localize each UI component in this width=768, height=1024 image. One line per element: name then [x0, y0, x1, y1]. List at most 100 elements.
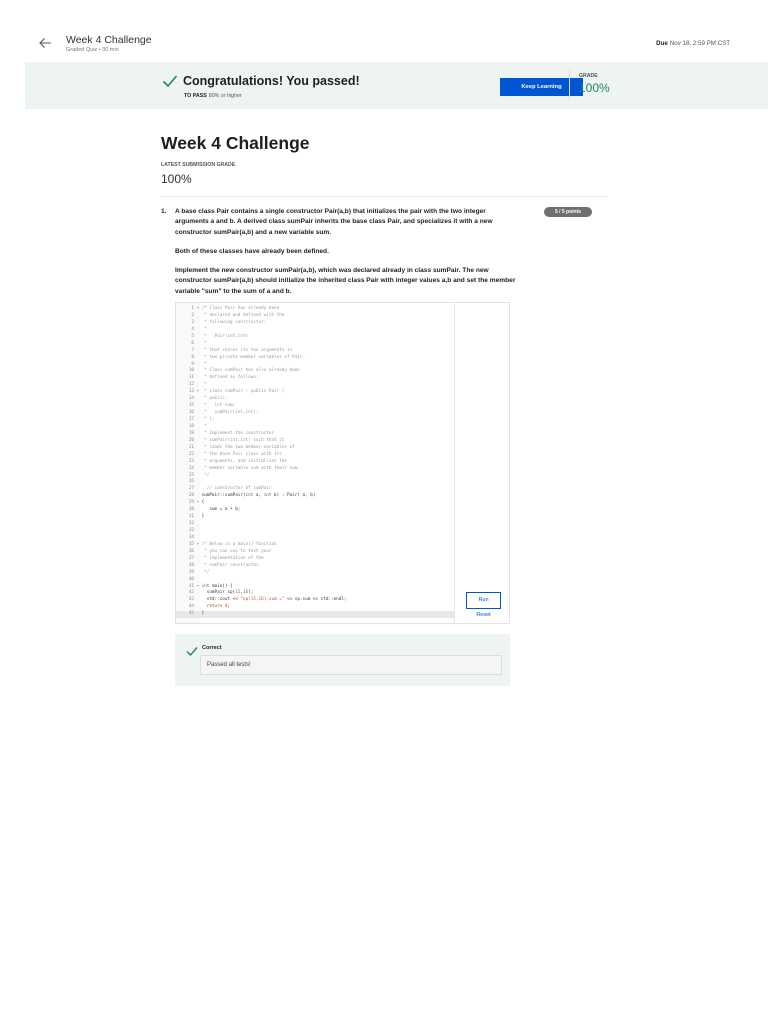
banner-title: Congratulations! You passed!	[183, 74, 360, 88]
line-number: 6	[191, 340, 194, 346]
question-number: 1.	[161, 208, 167, 215]
code-line: 11 * defined as follows:	[176, 375, 454, 382]
line-number: 18	[188, 423, 194, 429]
line-number: 20	[188, 437, 194, 443]
code-line: 44 return 0;	[176, 604, 454, 611]
code-line: 16 * sumPair(int,int);	[176, 410, 454, 417]
code-line: 32	[176, 521, 454, 528]
code-text: * sumPair(int,int);	[201, 410, 259, 416]
keep-learning-button[interactable]: Keep Learning	[500, 78, 583, 96]
top-bar: Week 4 Challenge Graded Quiz • 30 min Du…	[0, 0, 768, 62]
code-text: * that stores its two arguments in	[201, 347, 293, 353]
back-arrow-icon[interactable]	[38, 36, 52, 50]
line-number: 2	[191, 312, 194, 318]
code-line: 45 }	[176, 611, 454, 619]
grade-block: GRADE 100%	[579, 73, 610, 95]
code-line: 8 * two private member variables of Pair…	[176, 355, 454, 362]
code-text: * sumPair constructor.	[201, 562, 262, 568]
code-text: */	[201, 569, 210, 575]
code-line: 20 * sumPair(int,int) such that it	[176, 438, 454, 445]
result-panel: Correct Passed all tests!	[175, 634, 510, 686]
code-line: 36 * you can use to test your	[176, 549, 454, 556]
line-number: 37	[188, 555, 194, 561]
editor-separator	[454, 303, 455, 623]
code-text: }	[199, 611, 205, 617]
check-icon	[186, 643, 198, 661]
code-line: 5 * Pair(int,int)	[176, 334, 454, 341]
reset-link[interactable]: Reset	[466, 612, 501, 618]
code-text: * };	[201, 417, 215, 422]
section-divider	[161, 196, 607, 197]
code-text: * arguments, and initializes the	[201, 458, 287, 464]
code-text: sumPair::sumPair(int a, int b) : Pair( a…	[199, 493, 316, 499]
code-text: */	[201, 472, 210, 478]
code-text: * loads the two member variables of	[201, 444, 295, 450]
quiz-subtitle: Graded Quiz • 30 min	[66, 47, 119, 53]
line-number: 33	[188, 528, 194, 533]
code-line: 30 sum = a + b;	[176, 507, 454, 514]
to-pass-info: TO PASS 80% or higher	[184, 93, 242, 99]
code-text: * two private member variables of Pair.	[201, 354, 306, 360]
quiz-title: Week 4 Challenge	[66, 34, 152, 46]
code-line: 6 *	[176, 341, 454, 348]
code-text: /* Below is a main() function	[201, 541, 277, 547]
line-number: 36	[188, 548, 194, 554]
code-text: * sumPair(int,int) such that it	[201, 437, 285, 443]
code-line: 3 * following constructor:	[176, 320, 454, 327]
code-line: 39 */	[176, 570, 454, 577]
line-number: 17	[188, 417, 194, 422]
latest-grade-label: LATEST SUBMISSION GRADE	[161, 162, 236, 168]
line-number: 38	[188, 562, 194, 568]
code-line: 7 * that stores its two arguments in	[176, 348, 454, 355]
code-line: 38 * sumPair constructor.	[176, 563, 454, 570]
line-number: 22	[188, 451, 194, 457]
code-line: 34	[176, 535, 454, 542]
code-editor[interactable]: 1 ▾ /* Class Pair has already been 2 * de…	[175, 302, 510, 624]
code-text: *	[201, 340, 207, 346]
question-paragraph: Both of these classes have already been …	[175, 248, 329, 255]
code-text: * defined as follows:	[201, 375, 259, 381]
line-number: 32	[188, 521, 194, 527]
banner-divider	[569, 70, 570, 100]
code-lines[interactable]: 1 ▾ /* Class Pair has already been 2 * de…	[176, 306, 454, 619]
line-number: 39	[188, 569, 194, 575]
due-value: Nov 18, 2:59 PM CST	[669, 40, 730, 47]
code-text: /* Class Pair has already been	[201, 306, 280, 311]
code-text: * Implement the constructor	[201, 430, 275, 436]
code-line: 37 * implementation of the	[176, 556, 454, 563]
code-line: 33	[176, 528, 454, 535]
line-number: 1	[191, 306, 194, 311]
code-line: 31 }	[176, 514, 454, 521]
code-text: * following constructor:	[201, 319, 267, 325]
line-number: 5	[191, 333, 194, 339]
to-pass-label: TO PASS	[184, 93, 207, 99]
code-line: 4 *	[176, 327, 454, 334]
code-text: *	[201, 326, 207, 332]
line-number: 3	[191, 319, 194, 325]
code-text: sum = a + b;	[199, 507, 241, 513]
line-number: 45	[188, 611, 194, 617]
code-text: * member variable sum with their sum.	[201, 465, 300, 471]
due-label: Due	[656, 40, 668, 47]
line-number: 7	[191, 347, 194, 353]
pass-banner: Congratulations! You passed! TO PASS 80% …	[25, 62, 768, 109]
due-date: Due Nov 18, 2:59 PM CST	[656, 40, 730, 47]
run-button[interactable]: Run	[466, 592, 501, 609]
code-line: 23 * arguments, and initializes the	[176, 459, 454, 466]
code-line: 24 * member variable sum with their sum.	[176, 466, 454, 473]
code-line: 21 * loads the two member variables of	[176, 445, 454, 452]
check-icon	[162, 74, 178, 93]
to-pass-value: 80% or higher	[208, 93, 242, 99]
line-number: 19	[188, 430, 194, 436]
code-line: 1 ▾ /* Class Pair has already been	[176, 306, 454, 313]
line-number: 35	[188, 541, 194, 547]
code-text: * Pair(int,int)	[201, 333, 249, 339]
code-text: * you can use to test your	[201, 548, 272, 554]
line-number: 21	[188, 444, 194, 450]
line-number: 8	[191, 354, 194, 360]
code-text: }	[199, 514, 205, 520]
code-line: 25 */	[176, 473, 454, 480]
